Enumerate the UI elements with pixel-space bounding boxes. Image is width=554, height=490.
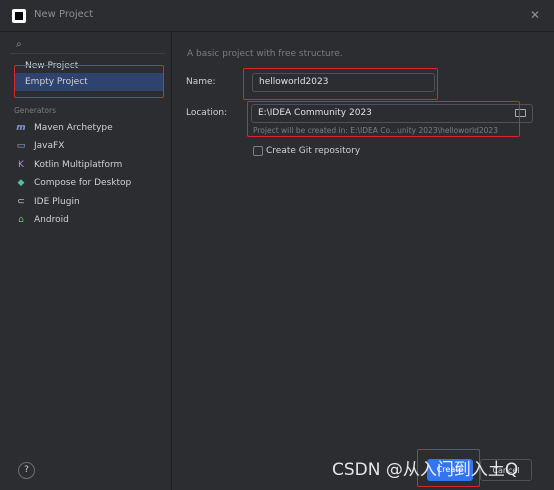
close-icon[interactable]: ✕ (530, 8, 540, 22)
search-icon[interactable]: ⌕ (16, 39, 22, 50)
sidebar-item-label: Android (34, 215, 69, 225)
title-bar: New Project ✕ (0, 0, 554, 32)
kotlin-icon: K (18, 160, 24, 170)
name-label: Name: (186, 77, 216, 87)
sidebar-item-ide-plugin[interactable]: ⊂ IDE Plugin (14, 193, 80, 211)
create-button[interactable]: Create (427, 459, 473, 481)
plugin-icon: ⊂ (17, 197, 25, 207)
help-button[interactable]: ? (18, 462, 35, 479)
android-icon: ⌂ (18, 215, 24, 225)
location-input[interactable]: E:\IDEA Community 2023 (251, 104, 533, 123)
sidebar-item-label: Maven Archetype (34, 123, 113, 133)
window-title: New Project (34, 9, 94, 20)
name-input[interactable]: helloworld2023 (252, 73, 435, 92)
sidebar-item-android[interactable]: ⌂ Android (14, 211, 69, 229)
intellij-logo-icon (12, 9, 26, 23)
create-git-checkbox[interactable] (253, 146, 263, 156)
compose-icon: ◆ (17, 178, 25, 188)
javafx-icon: ▭ (16, 141, 26, 151)
location-hint: Project will be created in: E:\IDEA Co..… (253, 126, 498, 135)
location-value: E:\IDEA Community 2023 (258, 108, 372, 118)
sidebar: ⌕ New Project Empty Project Generators m… (0, 32, 172, 490)
main-panel: A basic project with free structure. Nam… (173, 32, 554, 490)
sidebar-item-label: IDE Plugin (34, 197, 80, 207)
generators-section-label: Generators (14, 106, 56, 115)
sidebar-item-empty-project[interactable]: Empty Project (14, 73, 164, 91)
location-label: Location: (186, 108, 228, 118)
project-description: A basic project with free structure. (187, 49, 343, 59)
sidebar-item-label: Kotlin Multiplatform (34, 160, 123, 170)
sidebar-item-javafx[interactable]: ▭ JavaFX (14, 137, 65, 155)
sidebar-item-label: JavaFX (34, 141, 65, 151)
create-git-label[interactable]: Create Git repository (266, 146, 360, 156)
maven-icon: m (16, 123, 26, 133)
sidebar-divider (10, 53, 165, 54)
sidebar-item-compose-for-desktop[interactable]: ◆ Compose for Desktop (14, 174, 132, 192)
cancel-button[interactable]: Cancel (480, 459, 532, 481)
sidebar-item-label: Compose for Desktop (34, 178, 132, 188)
sidebar-item-kotlin-multiplatform[interactable]: K Kotlin Multiplatform (14, 156, 122, 174)
folder-icon[interactable] (515, 109, 526, 117)
sidebar-item-maven-archetype[interactable]: m Maven Archetype (14, 119, 113, 137)
